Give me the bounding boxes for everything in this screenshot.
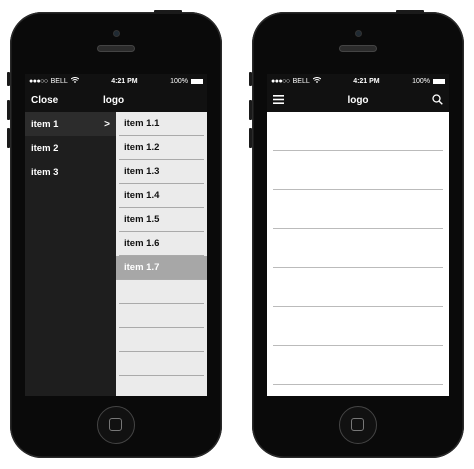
signal-dots-icon: ●●●○○	[271, 77, 290, 85]
content-list	[267, 112, 449, 396]
submenu-empty-row	[119, 280, 204, 304]
submenu-item[interactable]: item 1.6	[119, 232, 204, 256]
logo: logo	[347, 94, 369, 106]
close-button[interactable]: Close	[31, 95, 58, 106]
home-button[interactable]	[97, 406, 135, 444]
status-bar: ●●●○○ BELL 4:21 PM 100%	[25, 74, 207, 88]
nav-bar: Close logo	[25, 88, 207, 112]
submenu-item[interactable]: item 1.1	[119, 112, 204, 136]
phone-left: ●●●○○ BELL 4:21 PM 100% Close logo item …	[7, 10, 222, 458]
volume-down-button	[7, 128, 10, 148]
battery-percent: 100%	[170, 77, 188, 85]
submenu-empty-row	[119, 304, 204, 328]
power-button	[396, 10, 424, 13]
volume-up-button	[249, 100, 252, 120]
front-camera	[354, 30, 362, 37]
mute-switch	[249, 72, 252, 86]
list-item[interactable]	[273, 346, 443, 385]
mute-switch	[7, 72, 10, 86]
list-item[interactable]	[273, 229, 443, 268]
earpiece	[97, 45, 135, 52]
menu-item-2[interactable]: item 2	[25, 136, 116, 160]
list-item[interactable]	[273, 268, 443, 307]
screen: ●●●○○ BELL 4:21 PM 100% logo	[267, 74, 449, 396]
submenu-item[interactable]: item 1.3	[119, 160, 204, 184]
volume-down-button	[249, 128, 252, 148]
list-item[interactable]	[273, 151, 443, 190]
battery-percent: 100%	[412, 77, 430, 85]
screen: ●●●○○ BELL 4:21 PM 100% Close logo item …	[25, 74, 207, 396]
submenu-empty-row	[119, 328, 204, 352]
submenu-item[interactable]: item 1.2	[119, 136, 204, 160]
signal-dots-icon: ●●●○○	[29, 77, 48, 85]
wifi-icon	[70, 77, 80, 85]
earpiece	[339, 45, 377, 52]
logo: logo	[103, 94, 125, 106]
submenu: item 1.1 item 1.2 item 1.3 item 1.4 item…	[116, 112, 207, 396]
submenu-item-selected[interactable]: item 1.7	[116, 256, 207, 280]
list-item[interactable]	[273, 190, 443, 229]
nav-bar: logo	[267, 88, 449, 112]
menu-item-1[interactable]: item 1 >	[25, 112, 116, 136]
carrier-label: BELL	[50, 77, 68, 85]
carrier-label: BELL	[292, 77, 310, 85]
battery-icon	[190, 78, 203, 84]
time-label: 4:21 PM	[111, 77, 138, 85]
volume-up-button	[7, 100, 10, 120]
submenu-item[interactable]: item 1.4	[119, 184, 204, 208]
status-bar: ●●●○○ BELL 4:21 PM 100%	[267, 74, 449, 88]
front-camera	[112, 30, 120, 37]
battery-icon	[432, 78, 445, 84]
menu-item-label: item 3	[31, 166, 59, 178]
side-menu: item 1 > item 2 item 3	[25, 112, 116, 396]
power-button	[154, 10, 182, 13]
chevron-right-icon: >	[104, 118, 110, 130]
search-icon[interactable]	[432, 94, 443, 108]
list-item[interactable]	[273, 307, 443, 346]
submenu-empty-row	[119, 352, 204, 376]
home-button[interactable]	[339, 406, 377, 444]
menu-item-3[interactable]: item 3	[25, 160, 116, 184]
submenu-item[interactable]: item 1.5	[119, 208, 204, 232]
phone-right: ●●●○○ BELL 4:21 PM 100% logo	[249, 10, 464, 458]
menu-item-label: item 1	[31, 118, 59, 130]
wifi-icon	[312, 77, 322, 85]
list-item[interactable]	[273, 112, 443, 151]
menu-item-label: item 2	[31, 142, 59, 154]
time-label: 4:21 PM	[353, 77, 380, 85]
